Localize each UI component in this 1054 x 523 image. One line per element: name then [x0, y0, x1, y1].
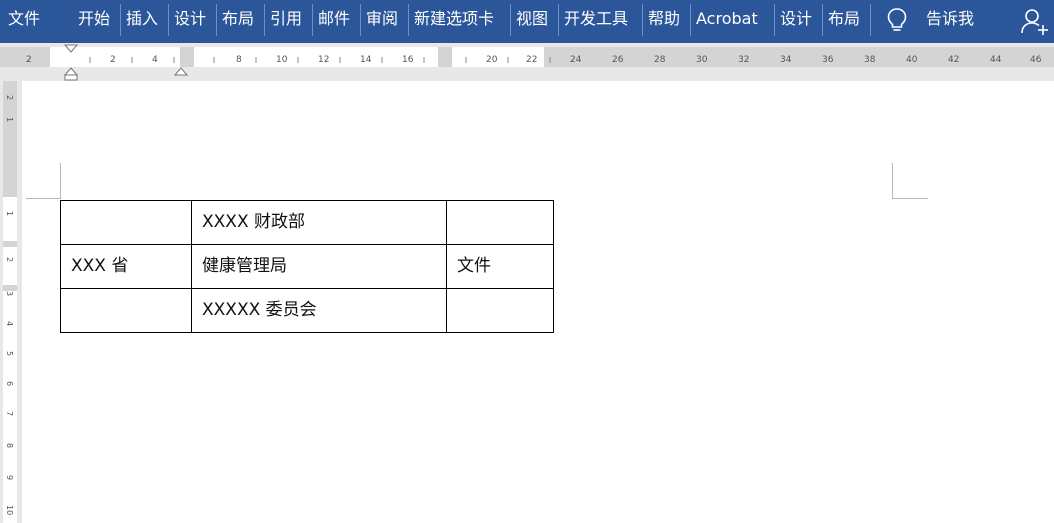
vruler-label: 1 — [5, 117, 14, 123]
crop-mark-top-right — [892, 198, 928, 199]
tab-acrobat[interactable]: Acrobat — [696, 0, 758, 38]
tab-separator — [360, 4, 361, 36]
vruler-label: 3 — [5, 291, 14, 297]
crop-mark-top-left — [60, 163, 61, 199]
table-cell[interactable] — [60, 200, 192, 245]
lightbulb-icon[interactable] — [884, 6, 910, 34]
tab-mailings[interactable]: 邮件 — [318, 0, 350, 38]
tab-help[interactable]: 帮助 — [648, 0, 680, 38]
tab-separator — [312, 4, 313, 36]
tab-separator — [120, 4, 121, 36]
tab-separator — [558, 4, 559, 36]
table-row: XXX 省 健康管理局 文件 — [60, 244, 554, 289]
vruler-label: 2 — [5, 257, 14, 263]
table-cell[interactable]: XXX 省 — [60, 244, 192, 289]
share-person-icon[interactable] — [1020, 6, 1050, 36]
tab-table-layout[interactable]: 布局 — [828, 0, 860, 38]
tab-home[interactable]: 开始 — [78, 0, 110, 38]
tab-references[interactable]: 引用 — [270, 0, 302, 38]
tell-me-search[interactable]: 告诉我 — [926, 0, 974, 38]
vruler-label: 8 — [5, 443, 14, 449]
tab-developer[interactable]: 开发工具 — [564, 0, 628, 38]
table-cell[interactable]: 文件 — [446, 244, 554, 289]
tab-view[interactable]: 视图 — [516, 0, 548, 38]
tab-design[interactable]: 设计 — [174, 0, 206, 38]
table-cell[interactable] — [446, 200, 554, 245]
table-cell[interactable] — [60, 288, 192, 333]
vruler-row-area — [3, 197, 17, 241]
vruler-label: 1 — [5, 211, 14, 217]
table-cell[interactable] — [446, 288, 554, 333]
ribbon-tab-bar: 文件 开始 插入 设计 布局 引用 邮件 审阅 新建选项卡 视图 开发工具 帮助… — [0, 0, 1054, 43]
tab-table-design[interactable]: 设计 — [780, 0, 812, 38]
tab-separator — [774, 4, 775, 36]
tab-new-tab[interactable]: 新建选项卡 — [414, 0, 494, 38]
tab-separator — [822, 4, 823, 36]
vruler-label: 7 — [5, 411, 14, 417]
tab-separator — [408, 4, 409, 36]
table-cell[interactable]: 健康管理局 — [191, 244, 447, 289]
vruler-row-area — [3, 247, 17, 285]
tab-review[interactable]: 审阅 — [366, 0, 398, 38]
tab-layout[interactable]: 布局 — [222, 0, 254, 38]
tab-separator — [690, 4, 691, 36]
table-cell[interactable]: XXXXX 委员会 — [191, 288, 447, 333]
horizontal-ruler[interactable]: 2 2 4 8 10 12 14 16 20 22 24 26 28 30 32… — [0, 43, 1054, 81]
vruler-label: 5 — [5, 351, 14, 357]
ruler-ticks — [89, 57, 551, 63]
tab-file[interactable]: 文件 — [8, 0, 40, 38]
tab-separator — [870, 4, 871, 36]
vertical-ruler[interactable]: 2 1 1 2 3 4 5 6 7 8 9 10 — [0, 81, 22, 523]
right-indent-marker[interactable] — [172, 43, 190, 81]
crop-mark-top-left — [26, 198, 60, 199]
tab-separator — [510, 4, 511, 36]
tab-separator — [168, 4, 169, 36]
vruler-label: 4 — [5, 321, 14, 327]
tab-separator — [216, 4, 217, 36]
tab-separator — [642, 4, 643, 36]
document-table[interactable]: XXXX 财政部 XXX 省 健康管理局 文件 XXXXX 委员会 — [60, 200, 554, 333]
vruler-label: 2 — [5, 95, 14, 101]
vruler-label: 10 — [5, 505, 14, 516]
tab-insert[interactable]: 插入 — [126, 0, 158, 38]
table-row: XXXX 财政部 — [60, 200, 554, 245]
table-cell[interactable]: XXXX 财政部 — [191, 200, 447, 245]
vruler-label: 9 — [5, 475, 14, 481]
vruler-label: 6 — [5, 381, 14, 387]
tab-separator — [264, 4, 265, 36]
first-line-indent-marker[interactable] — [62, 43, 80, 81]
table-row: XXXXX 委员会 — [60, 288, 554, 333]
crop-mark-top-right — [892, 163, 893, 199]
